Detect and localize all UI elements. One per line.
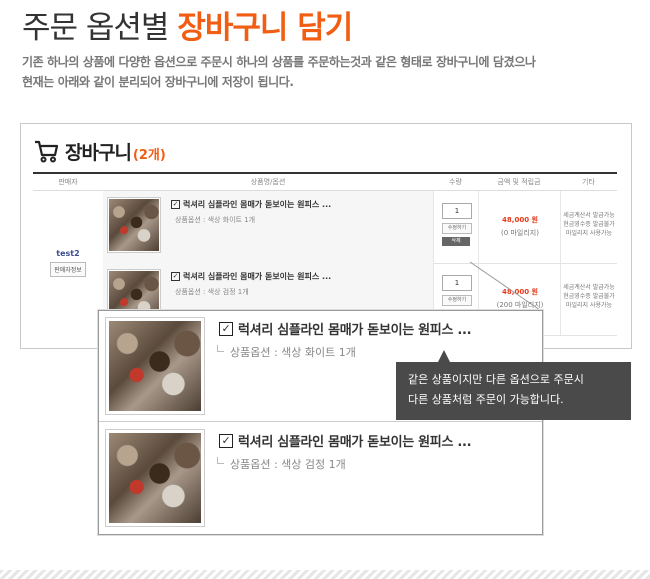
mileage: (200 마일리지) (496, 301, 544, 309)
etc-cell: 세금계산서 발급가능 현금영수증 발급불가 마일리지 사용가능 (560, 191, 617, 263)
etc-cash-receipt: 현금영수증 발급불가 (563, 221, 615, 228)
qty-input[interactable]: 1 (442, 275, 472, 291)
cart-count: (2개) (132, 147, 166, 163)
etc-cell: 세금계산서 발급가능 현금영수증 발급불가 마일리지 사용가능 (560, 263, 617, 335)
cart-row: ✓ 럭셔리 심플라인 몸매가 돋보이는 원피스 ... 상품옵션 : 색상 화이… (103, 191, 617, 264)
description-line-2: 현재는 아래와 같이 분리되어 장바구니에 저장이 됩니다. (22, 75, 294, 89)
product-option: 상품옵션 : 색상 화이트 1개 (175, 216, 256, 224)
checkbox-checked-icon[interactable]: ✓ (219, 321, 233, 336)
mileage: (0 마일리지) (501, 229, 539, 237)
cart-title-text: 장바구니 (65, 141, 132, 164)
column-header-product: 상품명/옵션 (250, 178, 286, 186)
shopping-cart-icon (35, 140, 59, 163)
branch-icon (217, 345, 224, 352)
etc-mileage: 마일리지 사용가능 (565, 302, 613, 309)
cart-title: 장바구니 (2개) (33, 136, 166, 166)
etc-tax-invoice: 세금계산서 발급가능 (563, 284, 615, 291)
price-cell: 48,000 원 (0 마일리지) (478, 191, 561, 263)
page-heading: 주문 옵션별 장바구니 담기 (22, 2, 353, 47)
branch-icon (217, 457, 224, 464)
checkbox-checked-icon[interactable]: ✓ (171, 200, 180, 209)
zoom-product-name[interactable]: ✓ 럭셔리 심플라인 몸매가 돋보이는 원피스 ... (219, 431, 472, 450)
qty-cell: 1 수정하기 삭제 (433, 191, 479, 263)
product-thumbnail[interactable] (107, 197, 161, 253)
zoom-item: ✓ 럭셔리 심플라인 몸매가 돋보이는 원피스 ... 상품옵션 : 색상 검정… (99, 423, 542, 533)
column-header-qty: 수량 (449, 178, 462, 186)
heading-accent: 장바구니 담기 (177, 10, 353, 46)
zoom-callout: ✓ 럭셔리 심플라인 몸매가 돋보이는 원피스 ... 상품옵션 : 색상 화이… (98, 310, 543, 535)
delete-button[interactable]: 삭제 (442, 237, 470, 246)
seller-info-button[interactable]: 판매자정보 (50, 262, 86, 277)
etc-tax-invoice: 세금계산서 발급가능 (563, 212, 615, 219)
etc-cash-receipt: 현금영수증 발급불가 (563, 293, 615, 300)
column-header-price: 금액 및 적립금 (497, 178, 541, 186)
product-name[interactable]: ✓ 럭셔리 심플라인 몸매가 돋보이는 원피스 ... (171, 271, 331, 282)
product-cell: ✓ 럭셔리 심플라인 몸매가 돋보이는 원피스 ... 상품옵션 : 색상 화이… (103, 191, 433, 263)
cart-table-header: 판매자 상품명/옵션 수량 금액 및 적립금 기타 (33, 174, 617, 191)
zoom-product-thumbnail[interactable] (105, 317, 205, 415)
zoom-product-option: 상품옵션 : 색상 화이트 1개 (217, 344, 356, 360)
tooltip-line-1: 같은 상품이지만 다른 옵션으로 주문시 (408, 373, 584, 386)
zoom-product-name[interactable]: ✓ 럭셔리 심플라인 몸매가 돋보이는 원피스 ... (219, 319, 472, 338)
description: 기존 하나의 상품에 다양한 옵션으로 주문시 하나의 상품를 주문하는것과 같… (22, 52, 632, 92)
tooltip-arrow (438, 350, 450, 362)
product-name[interactable]: ✓ 럭셔리 심플라인 몸매가 돋보이는 원피스 ... (171, 199, 331, 210)
qty-modify-button[interactable]: 수정하기 (442, 223, 472, 234)
zoom-product-option: 상품옵션 : 색상 검정 1개 (217, 456, 346, 472)
column-header-seller: 판매자 (58, 178, 78, 186)
seller-name[interactable]: test2 (56, 249, 79, 258)
tooltip: 같은 상품이지만 다른 옵션으로 주문시 다른 상품처럼 주문이 가능합니다. (396, 362, 631, 420)
footer-divider (0, 570, 650, 579)
product-option: 상품옵션 : 색상 검정 1개 (175, 288, 249, 296)
qty-input[interactable]: 1 (442, 203, 472, 219)
seller-cell: test2 판매자정보 (33, 191, 104, 335)
price: 48,000 원 (502, 288, 538, 296)
etc-mileage: 마일리지 사용가능 (565, 230, 613, 237)
checkbox-checked-icon[interactable]: ✓ (171, 272, 180, 281)
heading-plain: 주문 옵션별 (22, 10, 169, 46)
checkbox-checked-icon[interactable]: ✓ (219, 433, 233, 448)
price: 48,000 원 (502, 216, 538, 224)
column-header-etc: 기타 (582, 178, 595, 186)
tooltip-line-2: 다른 상품처럼 주문이 가능합니다. (408, 393, 564, 406)
description-line-1: 기존 하나의 상품에 다양한 옵션으로 주문시 하나의 상품를 주문하는것과 같… (22, 55, 536, 69)
cart-table: 판매자 상품명/옵션 수량 금액 및 적립금 기타 test2 판매자정보 ✓ … (33, 172, 617, 336)
qty-modify-button[interactable]: 수정하기 (442, 295, 472, 306)
zoom-product-thumbnail[interactable] (105, 429, 205, 527)
